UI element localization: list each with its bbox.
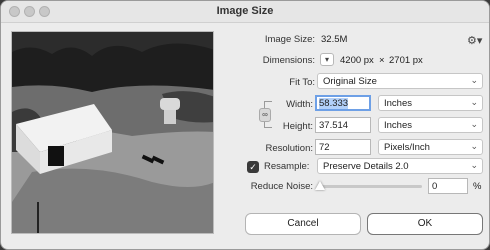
resample-method-select[interactable]: Preserve Details 2.0 ⌄	[317, 158, 483, 174]
title-bar: Image Size	[1, 1, 489, 23]
image-size-label: Image Size:	[264, 34, 315, 45]
reduce-noise-label: Reduce Noise:	[250, 181, 313, 192]
width-unit: Inches	[384, 98, 412, 109]
reduce-noise-slider-track[interactable]	[318, 185, 422, 188]
width-unit-select[interactable]: Inches ⌄	[378, 95, 483, 111]
resample-method: Preserve Details 2.0	[323, 161, 409, 172]
fit-to-select[interactable]: Original Size ⌄	[317, 73, 483, 89]
chevron-down-icon: ⌄	[470, 75, 478, 85]
dimensions-label: Dimensions:	[262, 55, 315, 66]
height-unit-select[interactable]: Inches ⌄	[378, 117, 483, 133]
resolution-value: 72	[319, 142, 330, 153]
resample-checkbox[interactable]: ✓	[247, 161, 259, 173]
chevron-down-icon: ⌄	[470, 141, 478, 151]
dimensions-unit-menu[interactable]: ▾	[320, 53, 334, 66]
chevron-down-icon: ▾	[324, 55, 329, 64]
link-bracket-top	[264, 101, 272, 108]
resolution-unit: Pixels/Inch	[384, 142, 430, 153]
chain-link-icon[interactable]: ∞	[259, 108, 271, 122]
dimensions-width: 4200 px	[340, 55, 374, 66]
height-unit: Inches	[384, 120, 412, 131]
height-input[interactable]: 37.514	[315, 117, 371, 133]
resolution-input[interactable]: 72	[315, 139, 371, 155]
reduce-noise-value: 0	[432, 181, 438, 192]
fit-to-value: Original Size	[323, 76, 377, 87]
resolution-unit-select[interactable]: Pixels/Inch ⌄	[378, 139, 483, 155]
reduce-noise-unit: %	[473, 181, 482, 192]
preview-photo	[12, 32, 213, 233]
height-value: 37.514	[319, 120, 349, 131]
width-value: 58.333	[319, 98, 349, 109]
resample-label: Resample:	[264, 161, 310, 172]
checkmark-icon: ✓	[249, 162, 257, 172]
cancel-button[interactable]: Cancel	[245, 213, 361, 235]
gear-icon[interactable]: ⚙▾	[467, 34, 482, 47]
dialog-title: Image Size	[216, 5, 274, 17]
image-preview[interactable]	[11, 31, 214, 234]
height-label: Height:	[282, 121, 313, 132]
width-input[interactable]: 58.333	[315, 95, 371, 111]
image-size-value: 32.5M	[321, 34, 348, 45]
reduce-noise-slider-thumb[interactable]	[315, 181, 325, 190]
resolution-label: Resolution:	[265, 143, 313, 154]
fit-to-label: Fit To:	[289, 77, 315, 88]
dimensions-times: ×	[379, 55, 385, 66]
reduce-noise-input[interactable]: 0	[428, 178, 468, 194]
chevron-down-icon: ⌄	[470, 119, 478, 129]
chevron-down-icon: ⌄	[470, 97, 478, 107]
dimensions-height: 2701 px	[389, 55, 423, 66]
image-size-dialog: Image Size Image Size: 32.5M ⚙▾ Dimensio…	[0, 0, 490, 250]
chevron-down-icon: ⌄	[470, 160, 478, 170]
ok-button[interactable]: OK	[367, 213, 483, 235]
